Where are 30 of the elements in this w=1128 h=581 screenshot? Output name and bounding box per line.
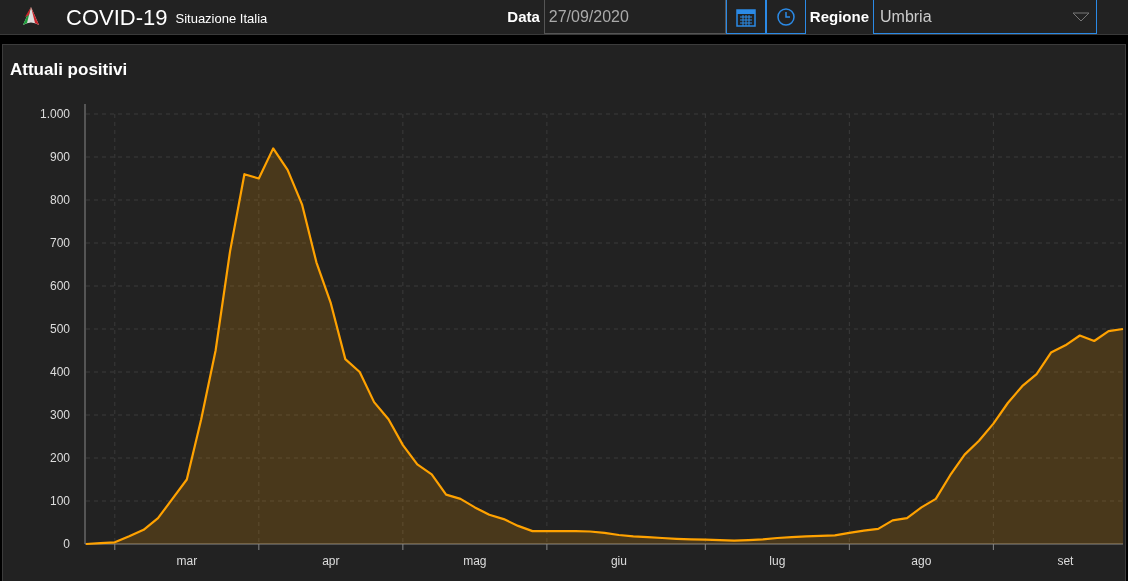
y-tick-label: 1.000 xyxy=(39,107,70,121)
clock-icon xyxy=(775,6,796,27)
panel-title: Attuali positivi xyxy=(10,60,128,79)
y-tick-label: 800 xyxy=(49,193,70,207)
x-tick-label: giu xyxy=(610,554,627,568)
region-select[interactable]: Umbria xyxy=(873,0,1097,34)
x-tick-label: set xyxy=(1057,554,1074,568)
y-tick-label: 400 xyxy=(49,365,70,379)
y-tick-label: 200 xyxy=(49,451,70,465)
app-title: COVID-19 xyxy=(66,3,168,32)
calendar-button[interactable] xyxy=(725,0,766,34)
x-tick-label: mar xyxy=(176,554,198,568)
date-field[interactable]: 27/09/2020 xyxy=(543,0,726,34)
logo-icon xyxy=(20,6,42,28)
x-tick-label: ago xyxy=(911,554,932,568)
y-tick-label: 0 xyxy=(63,537,70,551)
caret-icon xyxy=(1072,11,1090,22)
y-tick-label: 500 xyxy=(49,322,70,336)
region-label: Regione xyxy=(809,6,869,27)
x-tick-label: mag xyxy=(463,554,487,568)
y-tick-label: 600 xyxy=(49,279,70,293)
y-tick-label: 900 xyxy=(49,150,70,164)
date-label: Data xyxy=(507,6,540,27)
y-tick-label: 300 xyxy=(49,408,70,422)
app-subtitle: Situazione Italia xyxy=(175,10,268,29)
y-tick-label: 700 xyxy=(49,236,70,250)
x-tick-label: lug xyxy=(769,554,786,568)
clock-button[interactable] xyxy=(765,0,806,34)
y-tick-label: 100 xyxy=(49,494,70,508)
x-tick-label: apr xyxy=(322,554,340,568)
